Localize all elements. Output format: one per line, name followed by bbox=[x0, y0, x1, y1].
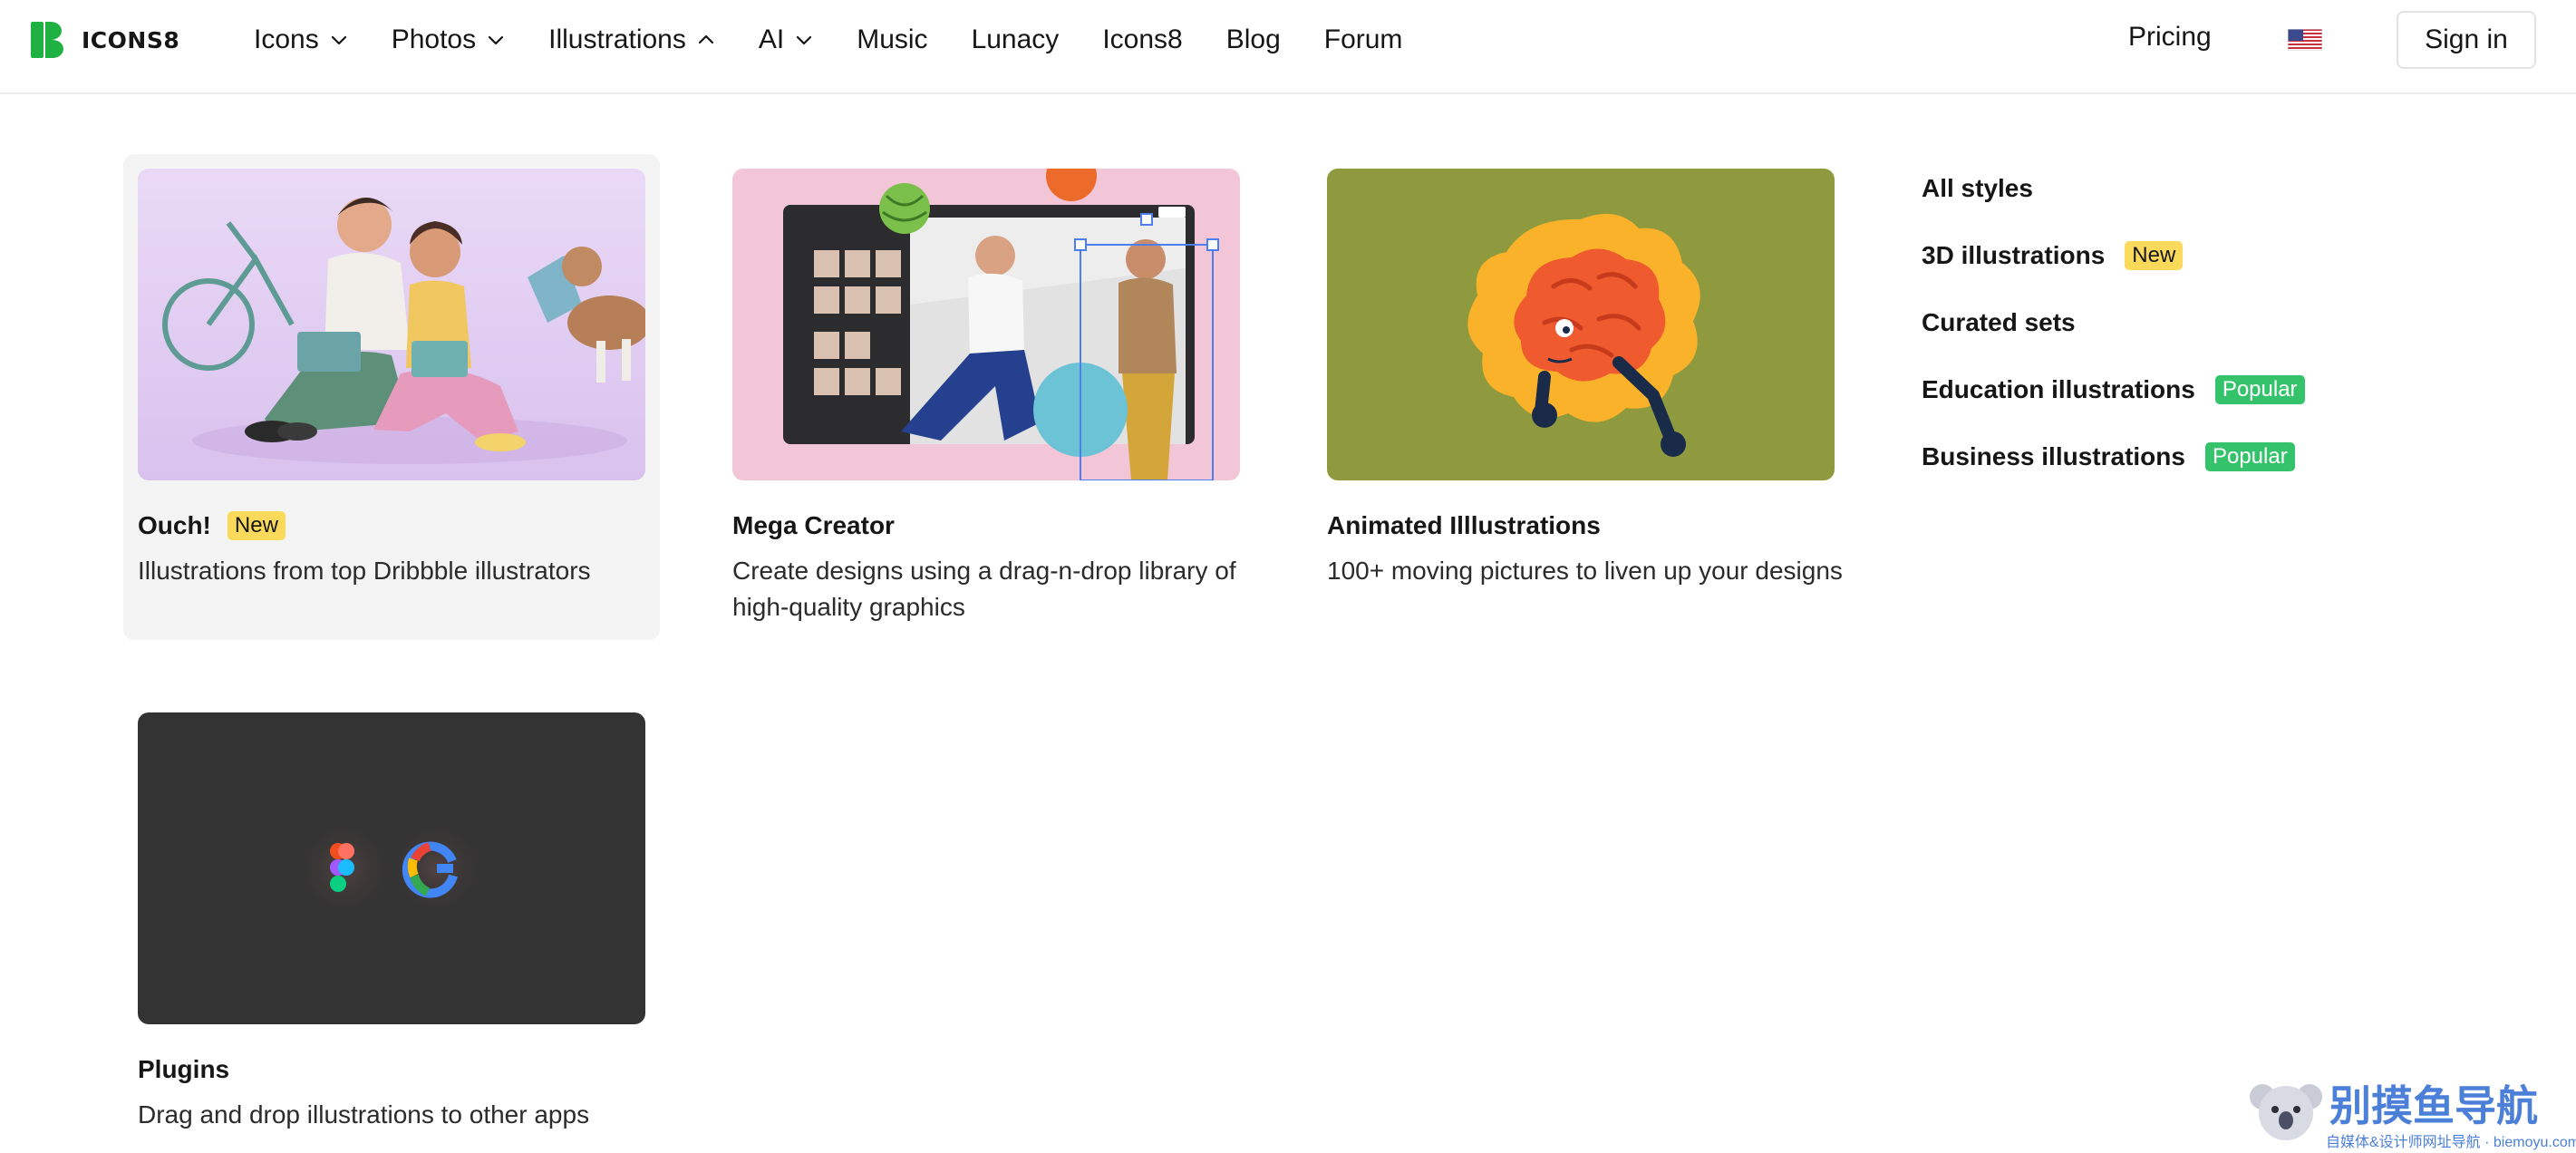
nav-label: Icons8 bbox=[1102, 24, 1183, 54]
nav-blog[interactable]: Blog bbox=[1226, 24, 1281, 55]
card-plugins-desc: Drag and drop illustrations to other app… bbox=[138, 1100, 590, 1129]
nav-forum[interactable]: Forum bbox=[1324, 24, 1403, 55]
popular-badge: Popular bbox=[2204, 442, 2295, 471]
card-animated-image[interactable] bbox=[1327, 169, 1835, 480]
animated-brain-illustration bbox=[1327, 169, 1835, 480]
nav-icons8[interactable]: Icons8 bbox=[1102, 24, 1182, 55]
card-ouch-title[interactable]: Ouch! New bbox=[138, 511, 286, 540]
card-title-text: Plugins bbox=[138, 1055, 230, 1083]
card-animated-title[interactable]: Animated Illlustrations bbox=[1327, 511, 1601, 540]
chevron-down-icon bbox=[331, 35, 346, 45]
style-label: Curated sets bbox=[1922, 308, 2076, 336]
nav-label: Illustrations bbox=[548, 24, 686, 54]
card-ouch-image[interactable] bbox=[138, 169, 645, 480]
nav-icons[interactable]: Icons bbox=[254, 24, 348, 55]
style-label: 3D illustrations bbox=[1922, 241, 2106, 269]
card-mega-creator-title[interactable]: Mega Creator bbox=[732, 511, 895, 540]
nav-label: Blog bbox=[1225, 24, 1281, 54]
nav-music[interactable]: Music bbox=[857, 24, 927, 55]
nav-label: Icons bbox=[254, 24, 319, 54]
nav-illustrations[interactable]: Illustrations bbox=[548, 24, 715, 55]
style-education-illustrations[interactable]: Education illustrations Popular bbox=[1922, 372, 2305, 408]
card-mega-creator-image[interactable] bbox=[732, 169, 1240, 480]
mega-creator-illustration bbox=[732, 169, 1240, 480]
nav-label: Photos bbox=[391, 24, 477, 54]
style-3d-illustrations[interactable]: 3D illustrations New bbox=[1922, 237, 2305, 274]
nav-pricing[interactable]: Pricing bbox=[2128, 22, 2212, 53]
new-badge: New bbox=[2125, 241, 2184, 270]
plugins-illustration bbox=[138, 712, 645, 1024]
chevron-up-icon bbox=[698, 34, 713, 44]
chevron-down-icon bbox=[797, 35, 812, 45]
us-flag-icon[interactable] bbox=[2288, 29, 2322, 51]
nav-photos[interactable]: Photos bbox=[392, 24, 505, 55]
card-title-text: Animated Illlustrations bbox=[1327, 511, 1601, 539]
style-label: Education illustrations bbox=[1922, 375, 2195, 403]
style-label: Business illustrations bbox=[1922, 442, 2185, 470]
koala-icon bbox=[2250, 1084, 2322, 1140]
chevron-down-icon bbox=[489, 35, 504, 45]
sign-in-button[interactable]: Sign in bbox=[2397, 11, 2536, 69]
watermark-subtitle: 自媒体&设计师网址导航 · biemoyu.com bbox=[2326, 1135, 2576, 1150]
illustration-styles-list: All styles 3D illustrations New Curated … bbox=[1922, 170, 2305, 506]
nav-label: AI bbox=[758, 24, 785, 54]
card-mega-creator-desc: Create designs using a drag-n-drop libra… bbox=[732, 557, 1236, 621]
nav-label: Music bbox=[857, 24, 928, 54]
nav-label: Lunacy bbox=[971, 24, 1060, 54]
card-animated-desc: 100+ moving pictures to liven up your de… bbox=[1327, 557, 1843, 585]
ouch-illustration bbox=[138, 169, 645, 480]
card-plugins-title[interactable]: Plugins bbox=[138, 1055, 229, 1084]
style-all-styles[interactable]: All styles bbox=[1922, 170, 2305, 207]
nav-label: Forum bbox=[1323, 24, 1403, 54]
icons8-logo[interactable]: ICONS8 bbox=[31, 22, 179, 58]
card-title-text: Ouch! bbox=[138, 511, 211, 539]
nav-lunacy[interactable]: Lunacy bbox=[972, 24, 1060, 55]
new-badge: New bbox=[227, 511, 286, 540]
main-nav: Icons Photos Illustrations AI Music Luna… bbox=[254, 0, 1446, 80]
style-label: All styles bbox=[1922, 174, 2033, 202]
card-ouch-desc: Illustrations from top Dribbble illustra… bbox=[138, 557, 591, 585]
watermark-title: 别摸鱼导航 bbox=[2329, 1081, 2538, 1130]
top-navbar: ICONS8 Icons Photos Illustrations AI Mus… bbox=[0, 0, 2576, 94]
nav-ai[interactable]: AI bbox=[759, 24, 813, 55]
card-plugins-image[interactable] bbox=[138, 712, 645, 1024]
card-title-text: Mega Creator bbox=[732, 511, 895, 539]
style-business-illustrations[interactable]: Business illustrations Popular bbox=[1922, 439, 2305, 475]
popular-badge: Popular bbox=[2214, 375, 2305, 404]
brand-name: ICONS8 bbox=[82, 26, 180, 53]
site-watermark: 别摸鱼导航 自媒体&设计师网址导航 · biemoyu.com bbox=[2250, 1073, 2576, 1153]
style-curated-sets[interactable]: Curated sets bbox=[1922, 305, 2305, 341]
icons8-logo-icon bbox=[31, 22, 63, 58]
